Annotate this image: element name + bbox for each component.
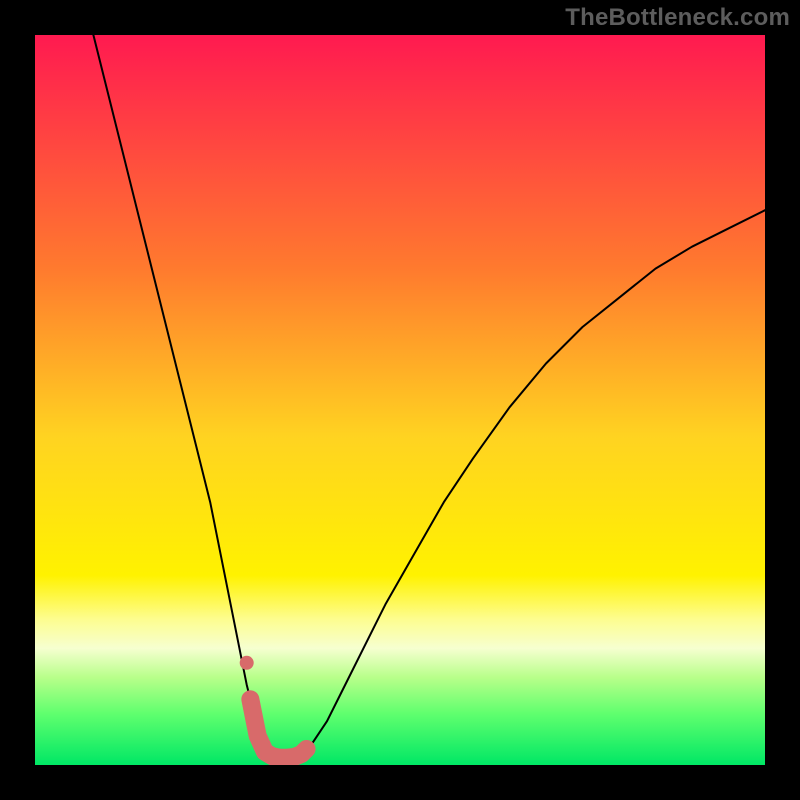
optimum-dot xyxy=(240,656,254,670)
attribution-text: TheBottleneck.com xyxy=(565,4,790,32)
plot-area xyxy=(35,35,765,765)
chart-root: TheBottleneck.com xyxy=(0,0,800,800)
chart-svg xyxy=(35,35,765,765)
chart-background xyxy=(35,35,765,765)
